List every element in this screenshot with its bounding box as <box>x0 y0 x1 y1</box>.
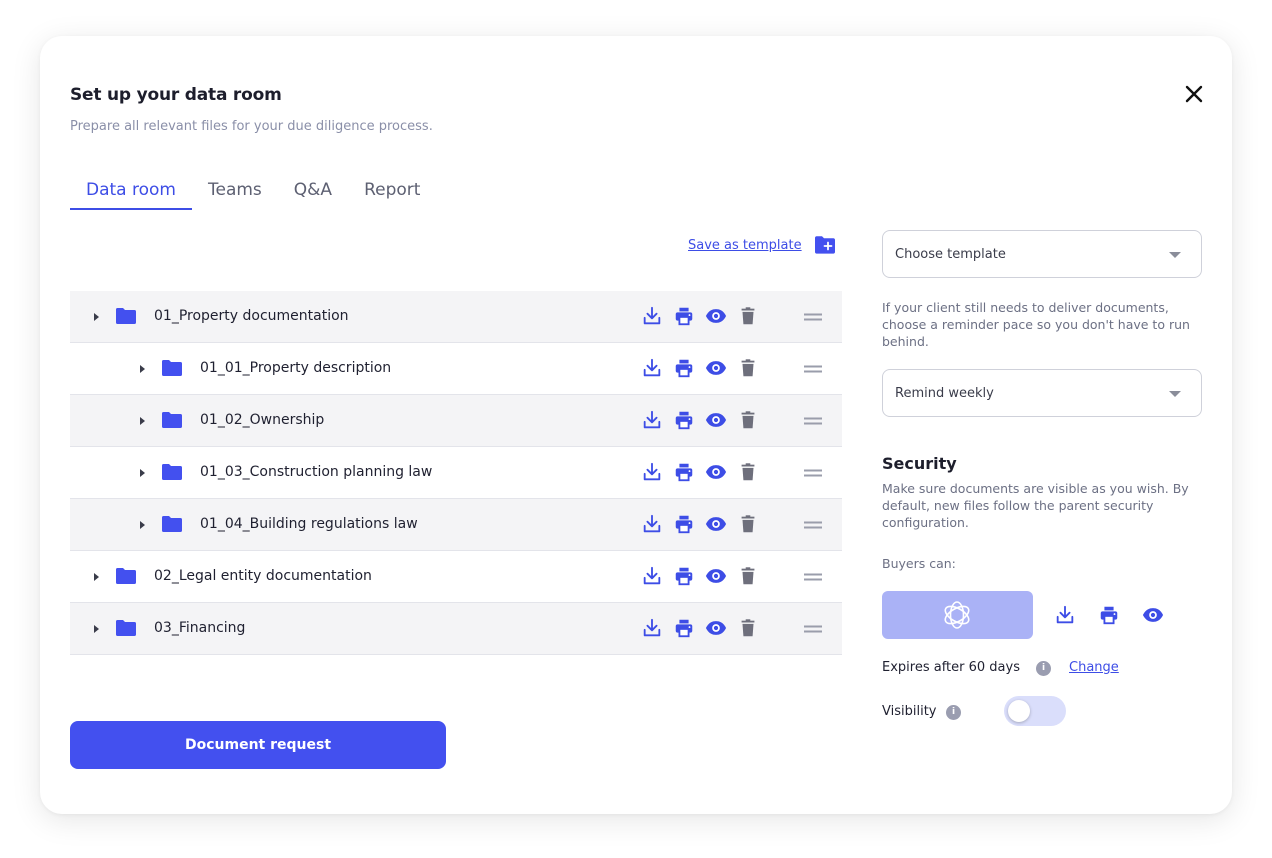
trash-icon[interactable] <box>737 617 759 639</box>
folder-row[interactable]: 01_03_Construction planning law <box>70 447 842 499</box>
download-icon[interactable] <box>641 409 663 431</box>
trash-icon[interactable] <box>737 305 759 327</box>
folder-row[interactable]: 01_Property documentation <box>70 291 842 343</box>
folder-icon <box>115 307 137 325</box>
caret-right-icon[interactable] <box>90 571 102 583</box>
dialog-title: Set up your data room <box>70 85 282 105</box>
document-request-button[interactable]: Document request <box>70 721 446 769</box>
caret-right-icon[interactable] <box>136 467 148 479</box>
folder-name: 01_03_Construction planning law <box>200 464 433 480</box>
eye-icon[interactable] <box>705 305 727 327</box>
template-select-value: Choose template <box>895 247 1006 262</box>
download-icon[interactable] <box>641 305 663 327</box>
openai-logo-icon <box>944 601 970 629</box>
data-room-dialog: Set up your data room Prepare all releva… <box>40 36 1232 814</box>
reminder-select[interactable]: Remind weekly <box>882 369 1202 417</box>
eye-icon[interactable] <box>1142 604 1164 626</box>
drag-handle-icon[interactable] <box>804 572 822 582</box>
download-icon[interactable] <box>641 513 663 535</box>
folder-name: 02_Legal entity documentation <box>154 568 372 584</box>
reminder-hint: If your client still needs to deliver do… <box>882 300 1190 349</box>
print-icon[interactable] <box>673 357 695 379</box>
folder-icon <box>115 567 137 585</box>
tab-teams[interactable]: Teams <box>192 176 278 210</box>
trash-icon[interactable] <box>737 461 759 483</box>
download-icon[interactable] <box>1054 604 1076 626</box>
folder-icon <box>115 619 137 637</box>
folder-name: 01_01_Property description <box>200 360 392 376</box>
eye-icon[interactable] <box>705 357 727 379</box>
trash-icon[interactable] <box>737 409 759 431</box>
folder-icon <box>161 359 183 377</box>
info-icon[interactable]: i <box>1036 661 1051 676</box>
change-link[interactable]: Change <box>1069 660 1119 675</box>
print-icon[interactable] <box>673 513 695 535</box>
trash-icon[interactable] <box>737 357 759 379</box>
print-icon[interactable] <box>1098 604 1120 626</box>
tab-bar: Data room Teams Q&A Report <box>70 176 436 210</box>
caret-right-icon[interactable] <box>90 311 102 323</box>
tab-qa[interactable]: Q&A <box>278 176 348 210</box>
folder-tree: 01_Property documentation 01_01_Property … <box>70 291 842 655</box>
dialog-subtitle: Prepare all relevant files for your due … <box>70 119 433 134</box>
trash-icon[interactable] <box>737 565 759 587</box>
folder-row[interactable]: 03_Financing <box>70 603 842 655</box>
buyers-can-label: Buyers can: <box>882 556 956 571</box>
download-icon[interactable] <box>641 565 663 587</box>
download-icon[interactable] <box>641 357 663 379</box>
caret-right-icon[interactable] <box>136 363 148 375</box>
print-icon[interactable] <box>673 565 695 587</box>
folder-name: 01_04_Building regulations law <box>200 516 418 532</box>
print-icon[interactable] <box>673 305 695 327</box>
folder-row[interactable]: 01_04_Building regulations law <box>70 499 842 551</box>
eye-icon[interactable] <box>705 617 727 639</box>
chevron-down-icon <box>1169 391 1181 397</box>
print-icon[interactable] <box>673 617 695 639</box>
drag-handle-icon[interactable] <box>804 468 822 478</box>
folder-name: 01_Property documentation <box>154 308 349 324</box>
eye-icon[interactable] <box>705 461 727 483</box>
visibility-label: Visibility <box>882 704 937 719</box>
folder-name: 03_Financing <box>154 620 246 636</box>
folder-icon <box>161 411 183 429</box>
print-icon[interactable] <box>673 409 695 431</box>
caret-right-icon[interactable] <box>90 623 102 635</box>
chevron-down-icon <box>1169 252 1181 258</box>
folder-icon <box>161 463 183 481</box>
info-icon[interactable]: i <box>946 705 961 720</box>
folder-row[interactable]: 01_02_Ownership <box>70 395 842 447</box>
visibility-toggle[interactable] <box>1004 696 1066 726</box>
print-icon[interactable] <box>673 461 695 483</box>
expires-label: Expires after 60 days <box>882 660 1020 675</box>
caret-right-icon[interactable] <box>136 415 148 427</box>
drag-handle-icon[interactable] <box>804 312 822 322</box>
folder-name: 01_02_Ownership <box>200 412 325 428</box>
toggle-knob <box>1008 700 1030 722</box>
tab-report[interactable]: Report <box>348 176 436 210</box>
drag-handle-icon[interactable] <box>804 364 822 374</box>
trash-icon[interactable] <box>737 513 759 535</box>
save-as-template-link[interactable]: Save as template <box>688 238 802 253</box>
security-description: Make sure documents are visible as you w… <box>882 481 1189 530</box>
security-title: Security <box>882 454 957 473</box>
folder-icon <box>161 515 183 533</box>
reminder-select-value: Remind weekly <box>895 386 994 401</box>
buyer-permission-box[interactable] <box>882 591 1033 639</box>
eye-icon[interactable] <box>705 409 727 431</box>
download-icon[interactable] <box>641 617 663 639</box>
drag-handle-icon[interactable] <box>804 416 822 426</box>
template-select[interactable]: Choose template <box>882 230 1202 278</box>
eye-icon[interactable] <box>705 513 727 535</box>
folder-plus-icon[interactable] <box>814 235 836 255</box>
folder-row[interactable]: 02_Legal entity documentation <box>70 551 842 603</box>
tab-data-room[interactable]: Data room <box>70 176 192 210</box>
eye-icon[interactable] <box>705 565 727 587</box>
caret-right-icon[interactable] <box>136 519 148 531</box>
close-icon[interactable] <box>1182 82 1206 106</box>
drag-handle-icon[interactable] <box>804 520 822 530</box>
folder-row[interactable]: 01_01_Property description <box>70 343 842 395</box>
download-icon[interactable] <box>641 461 663 483</box>
drag-handle-icon[interactable] <box>804 624 822 634</box>
